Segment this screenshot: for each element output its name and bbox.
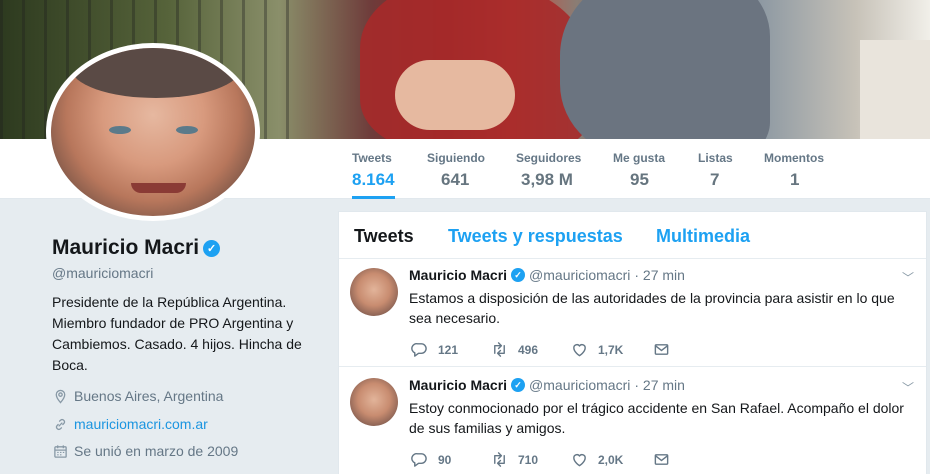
tweet-actions: 121 496 1,7K xyxy=(411,341,670,358)
stat-followers[interactable]: Seguidores 3,98 M xyxy=(516,139,581,199)
retweet-count: 710 xyxy=(518,452,539,467)
reply-count: 121 xyxy=(438,342,459,357)
tweet-text: Estoy conmocionado por el trágico accide… xyxy=(409,400,904,436)
verified-badge-icon: ✓ xyxy=(511,268,526,282)
stat-tweets[interactable]: Tweets 8.164 xyxy=(352,139,395,199)
tweet-author-name[interactable]: Mauricio Macri xyxy=(409,267,507,283)
stat-label: Me gusta xyxy=(613,151,666,165)
reply-icon xyxy=(411,343,427,357)
profile-handle[interactable]: @mauriciomacri xyxy=(52,265,153,281)
stat-value: 8.164 xyxy=(352,170,395,189)
like-button[interactable]: 2,0K xyxy=(571,451,653,468)
retweet-button[interactable]: 710 xyxy=(491,451,571,468)
location-pin-icon xyxy=(52,388,68,404)
stat-moments[interactable]: Momentos 1 xyxy=(764,139,824,199)
stat-value: 7 xyxy=(710,170,720,189)
message-button[interactable] xyxy=(653,341,670,358)
verified-badge-icon: ✓ xyxy=(203,239,221,257)
like-count: 1,7K xyxy=(598,342,624,357)
stat-value: 641 xyxy=(441,170,470,189)
tweet-header: Mauricio Macri ✓ @mauriciomacri · 27 min xyxy=(409,267,685,283)
profile-avatar[interactable] xyxy=(46,43,260,221)
tab-media[interactable]: Multimedia xyxy=(656,226,750,247)
retweet-count: 496 xyxy=(518,342,539,357)
tweet-avatar[interactable] xyxy=(350,268,398,316)
stat-lists[interactable]: Listas 7 xyxy=(698,139,733,199)
stat-label: Listas xyxy=(698,151,733,165)
retweet-button[interactable]: 496 xyxy=(491,341,571,358)
tweet-timestamp[interactable]: · 27 min xyxy=(634,267,685,283)
reply-button[interactable]: 90 xyxy=(411,451,491,468)
stat-value: 1 xyxy=(790,170,800,189)
joined-text: Se unió en marzo de 2009 xyxy=(74,443,239,459)
stat-likes[interactable]: Me gusta 95 xyxy=(613,139,665,199)
stat-following[interactable]: Siguiendo 641 xyxy=(427,139,485,199)
message-button[interactable] xyxy=(653,451,670,468)
verified-badge-icon: ✓ xyxy=(511,378,526,392)
tweet-author-name[interactable]: Mauricio Macri xyxy=(409,377,507,393)
tab-tweets[interactable]: Tweets xyxy=(354,226,414,247)
stat-label: Momentos xyxy=(764,151,824,165)
profile-location: Buenos Aires, Argentina xyxy=(52,388,223,404)
tweet-actions: 90 710 2,0K xyxy=(411,451,670,468)
tab-tweets-replies[interactable]: Tweets y respuestas xyxy=(448,226,623,247)
heart-icon xyxy=(573,453,586,467)
tweet-author-handle[interactable]: @mauriciomacri xyxy=(529,377,630,393)
reply-icon xyxy=(411,453,427,467)
profile-name[interactable]: Mauricio Macri ✓ xyxy=(52,236,221,260)
like-count: 2,0K xyxy=(598,452,624,467)
tweet-author-handle[interactable]: @mauriciomacri xyxy=(529,267,630,283)
timeline: Tweets Tweets y respuestas Multimedia Ma… xyxy=(338,211,927,474)
profile-name-text: Mauricio Macri xyxy=(52,236,200,259)
stat-value: 95 xyxy=(630,170,649,189)
tweet-item[interactable]: Mauricio Macri ✓ @mauriciomacri · 27 min… xyxy=(339,259,926,367)
profile-bio: Presidente de la República Argentina. Mi… xyxy=(52,294,302,373)
profile-website: mauriciomacri.com.ar xyxy=(52,416,208,432)
stat-label: Tweets xyxy=(352,151,392,165)
tweet-item[interactable]: Mauricio Macri ✓ @mauriciomacri · 27 min… xyxy=(339,367,926,474)
stat-label: Seguidores xyxy=(516,151,582,165)
website-link[interactable]: mauriciomacri.com.ar xyxy=(74,416,208,432)
tweet-header: Mauricio Macri ✓ @mauriciomacri · 27 min xyxy=(409,377,685,393)
retweet-icon xyxy=(494,342,505,357)
calendar-icon xyxy=(52,443,68,459)
link-icon xyxy=(52,416,68,432)
tweet-avatar[interactable] xyxy=(350,378,398,426)
heart-icon xyxy=(573,343,586,357)
reply-count: 90 xyxy=(438,452,452,467)
stat-label: Siguiendo xyxy=(427,151,485,165)
chevron-down-icon[interactable]: ﹀ xyxy=(902,269,914,286)
envelope-icon xyxy=(654,344,669,355)
tweet-timestamp[interactable]: · 27 min xyxy=(634,377,685,393)
stat-value: 3,98 M xyxy=(521,170,573,189)
profile-joined: Se unió en marzo de 2009 xyxy=(52,443,238,459)
retweet-icon xyxy=(494,452,505,467)
tweet-text: Estamos a disposición de las autoridades… xyxy=(409,290,895,326)
like-button[interactable]: 1,7K xyxy=(571,341,653,358)
location-text: Buenos Aires, Argentina xyxy=(74,388,224,404)
timeline-tabs: Tweets Tweets y respuestas Multimedia xyxy=(339,212,926,259)
envelope-icon xyxy=(654,454,669,465)
chevron-down-icon[interactable]: ﹀ xyxy=(902,379,914,396)
reply-button[interactable]: 121 xyxy=(411,341,491,358)
